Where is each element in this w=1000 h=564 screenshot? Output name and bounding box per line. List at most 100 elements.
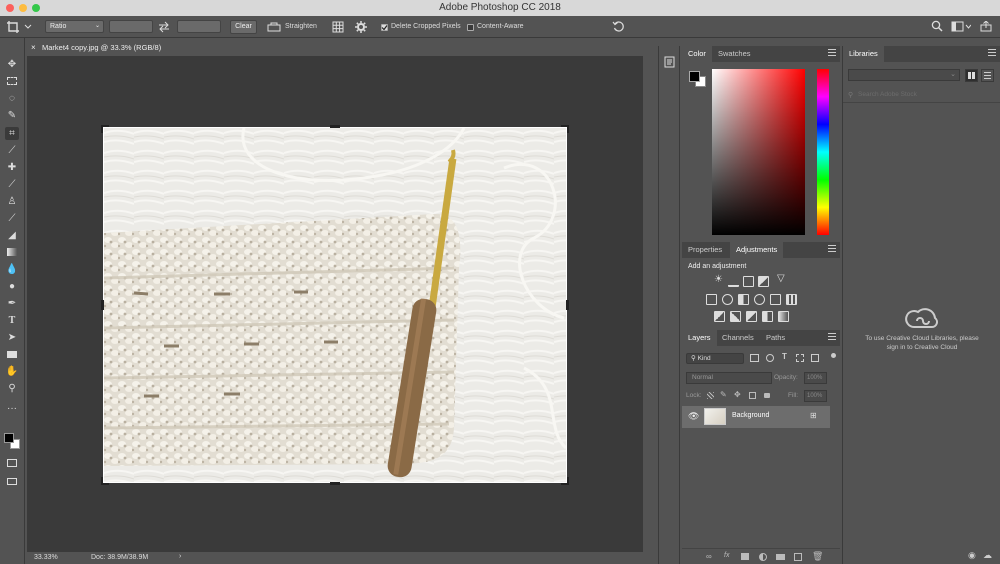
levels-icon[interactable] xyxy=(728,276,739,287)
blur-tool-icon[interactable]: 💧 xyxy=(5,263,19,276)
lock-position-icon[interactable]: ✥ xyxy=(734,390,741,399)
link-layers-icon[interactable]: ∞ xyxy=(706,552,712,561)
exposure-icon[interactable] xyxy=(758,276,769,287)
threshold-icon[interactable] xyxy=(746,311,757,322)
crop-handle-top-left[interactable] xyxy=(101,125,109,133)
lock-transparency-icon[interactable] xyxy=(707,392,714,399)
ratio-select[interactable]: Ratio ⌄ xyxy=(45,20,104,33)
clone-stamp-tool-icon[interactable]: ♙ xyxy=(5,195,19,208)
crop-handle-bottom-left[interactable] xyxy=(101,477,109,485)
zoom-level[interactable]: 33.33% xyxy=(34,554,58,561)
search-icon[interactable] xyxy=(931,20,943,32)
close-window-button[interactable] xyxy=(6,4,14,12)
crop-handle-left[interactable] xyxy=(101,300,104,310)
status-menu-arrow-icon[interactable]: › xyxy=(179,553,181,560)
hue-saturation-icon[interactable] xyxy=(706,294,717,305)
dodge-tool-icon[interactable]: ● xyxy=(5,280,19,293)
straighten-label[interactable]: Straighten xyxy=(285,23,317,30)
path-select-tool-icon[interactable]: ➤ xyxy=(5,331,19,344)
add-mask-icon[interactable] xyxy=(741,553,749,560)
gradient-map-icon[interactable] xyxy=(762,311,773,322)
lock-pixels-icon[interactable]: ✎ xyxy=(720,390,727,399)
tab-layers[interactable]: Layers xyxy=(682,330,717,346)
swap-dimensions-icon[interactable] xyxy=(158,21,170,33)
panel-menu-icon[interactable] xyxy=(828,49,836,56)
lock-artboard-icon[interactable] xyxy=(749,392,756,399)
new-adjustment-layer-icon[interactable] xyxy=(759,553,767,561)
workspace-icon[interactable] xyxy=(951,21,971,32)
black-white-icon[interactable] xyxy=(738,294,749,305)
delete-layer-icon[interactable]: 🗑 xyxy=(812,551,823,562)
tab-libraries[interactable]: Libraries xyxy=(843,46,884,62)
crop-preset-icon[interactable] xyxy=(6,20,32,34)
crop-handle-bottom-right[interactable] xyxy=(561,477,569,485)
list-view-button[interactable] xyxy=(981,69,994,82)
color-lookup-icon[interactable] xyxy=(786,294,797,305)
lock-all-icon[interactable] xyxy=(764,393,770,398)
library-select[interactable]: ⌄ xyxy=(848,69,960,81)
layer-kind-filter[interactable]: ⚲ Kind xyxy=(686,353,744,364)
zoom-tool-icon[interactable]: ⚲ xyxy=(5,382,19,395)
screen-mode-icon[interactable] xyxy=(5,475,19,488)
visibility-eye-icon[interactable]: 👁 xyxy=(688,411,699,422)
filter-smart-object-icon[interactable] xyxy=(811,354,819,362)
crop-tool-icon[interactable]: ⌗ xyxy=(5,127,19,140)
crop-handle-right[interactable] xyxy=(566,300,569,310)
tab-adjustments[interactable]: Adjustments xyxy=(730,242,784,258)
new-layer-icon[interactable] xyxy=(794,553,802,561)
share-icon[interactable] xyxy=(980,21,992,32)
zoom-window-button[interactable] xyxy=(32,4,40,12)
layer-row-background[interactable]: 👁 Background ⊞ xyxy=(682,406,830,428)
cloud-icon[interactable]: ☁ xyxy=(983,550,992,561)
filter-type-icon[interactable]: T xyxy=(782,352,787,361)
eraser-tool-icon[interactable]: ◢ xyxy=(5,229,19,242)
document-image[interactable] xyxy=(104,128,566,482)
eyedropper-tool-icon[interactable]: ⟋ xyxy=(5,144,19,157)
brush-tool-icon[interactable]: ⟋ xyxy=(5,178,19,191)
color-field[interactable] xyxy=(712,69,805,235)
gradient-tool-icon[interactable] xyxy=(5,246,19,259)
delete-cropped-checkbox[interactable] xyxy=(381,24,388,31)
tab-color[interactable]: Color xyxy=(682,46,712,62)
content-aware-checkbox[interactable] xyxy=(467,24,474,31)
layer-name[interactable]: Background xyxy=(732,412,769,419)
panel-menu-icon[interactable] xyxy=(828,245,836,252)
close-document-icon[interactable]: × xyxy=(31,40,36,56)
curves-icon[interactable] xyxy=(743,276,754,287)
pen-tool-icon[interactable]: ✒ xyxy=(5,297,19,310)
posterize-icon[interactable] xyxy=(730,311,741,322)
quick-select-tool-icon[interactable]: ✎ xyxy=(5,109,19,122)
fill-input[interactable]: 100% xyxy=(804,390,827,402)
type-tool-icon[interactable]: T xyxy=(5,314,19,327)
filter-shape-icon[interactable] xyxy=(796,354,804,362)
move-tool-icon[interactable]: ✥ xyxy=(5,58,19,71)
hand-tool-icon[interactable]: ✋ xyxy=(5,365,19,378)
selective-color-icon[interactable] xyxy=(778,311,789,322)
tab-paths[interactable]: Paths xyxy=(760,330,791,346)
history-brush-tool-icon[interactable]: ⟋ xyxy=(5,212,19,225)
quick-mask-icon[interactable] xyxy=(5,457,19,470)
panel-menu-icon[interactable] xyxy=(828,333,836,340)
gear-icon[interactable] xyxy=(355,21,367,33)
document-tab[interactable]: × Market4 copy.jpg @ 33.3% (RGB/8) xyxy=(27,40,177,56)
filter-adjustment-icon[interactable] xyxy=(766,354,774,362)
crop-width-input[interactable] xyxy=(109,20,153,33)
tab-swatches[interactable]: Swatches xyxy=(712,46,757,62)
blend-mode-select[interactable]: Normal xyxy=(686,372,772,384)
overlay-grid-icon[interactable] xyxy=(332,21,344,33)
healing-tool-icon[interactable]: ✚ xyxy=(5,161,19,174)
clear-button[interactable]: Clear xyxy=(230,20,257,34)
crop-handle-top-right[interactable] xyxy=(561,125,569,133)
crop-height-input[interactable] xyxy=(177,20,221,33)
reset-crop-icon[interactable] xyxy=(612,20,625,33)
history-panel-icon[interactable] xyxy=(664,56,676,68)
filter-pixel-icon[interactable] xyxy=(750,354,759,362)
filter-toggle[interactable] xyxy=(831,353,836,358)
content-aware-label[interactable]: Content-Aware xyxy=(477,23,524,30)
color-foreground-swatch[interactable] xyxy=(689,71,700,82)
invert-icon[interactable] xyxy=(714,311,725,322)
new-group-icon[interactable] xyxy=(776,554,785,560)
straighten-icon[interactable] xyxy=(267,22,281,32)
crop-handle-bottom[interactable] xyxy=(330,482,340,485)
delete-cropped-label[interactable]: Delete Cropped Pixels xyxy=(391,23,461,30)
